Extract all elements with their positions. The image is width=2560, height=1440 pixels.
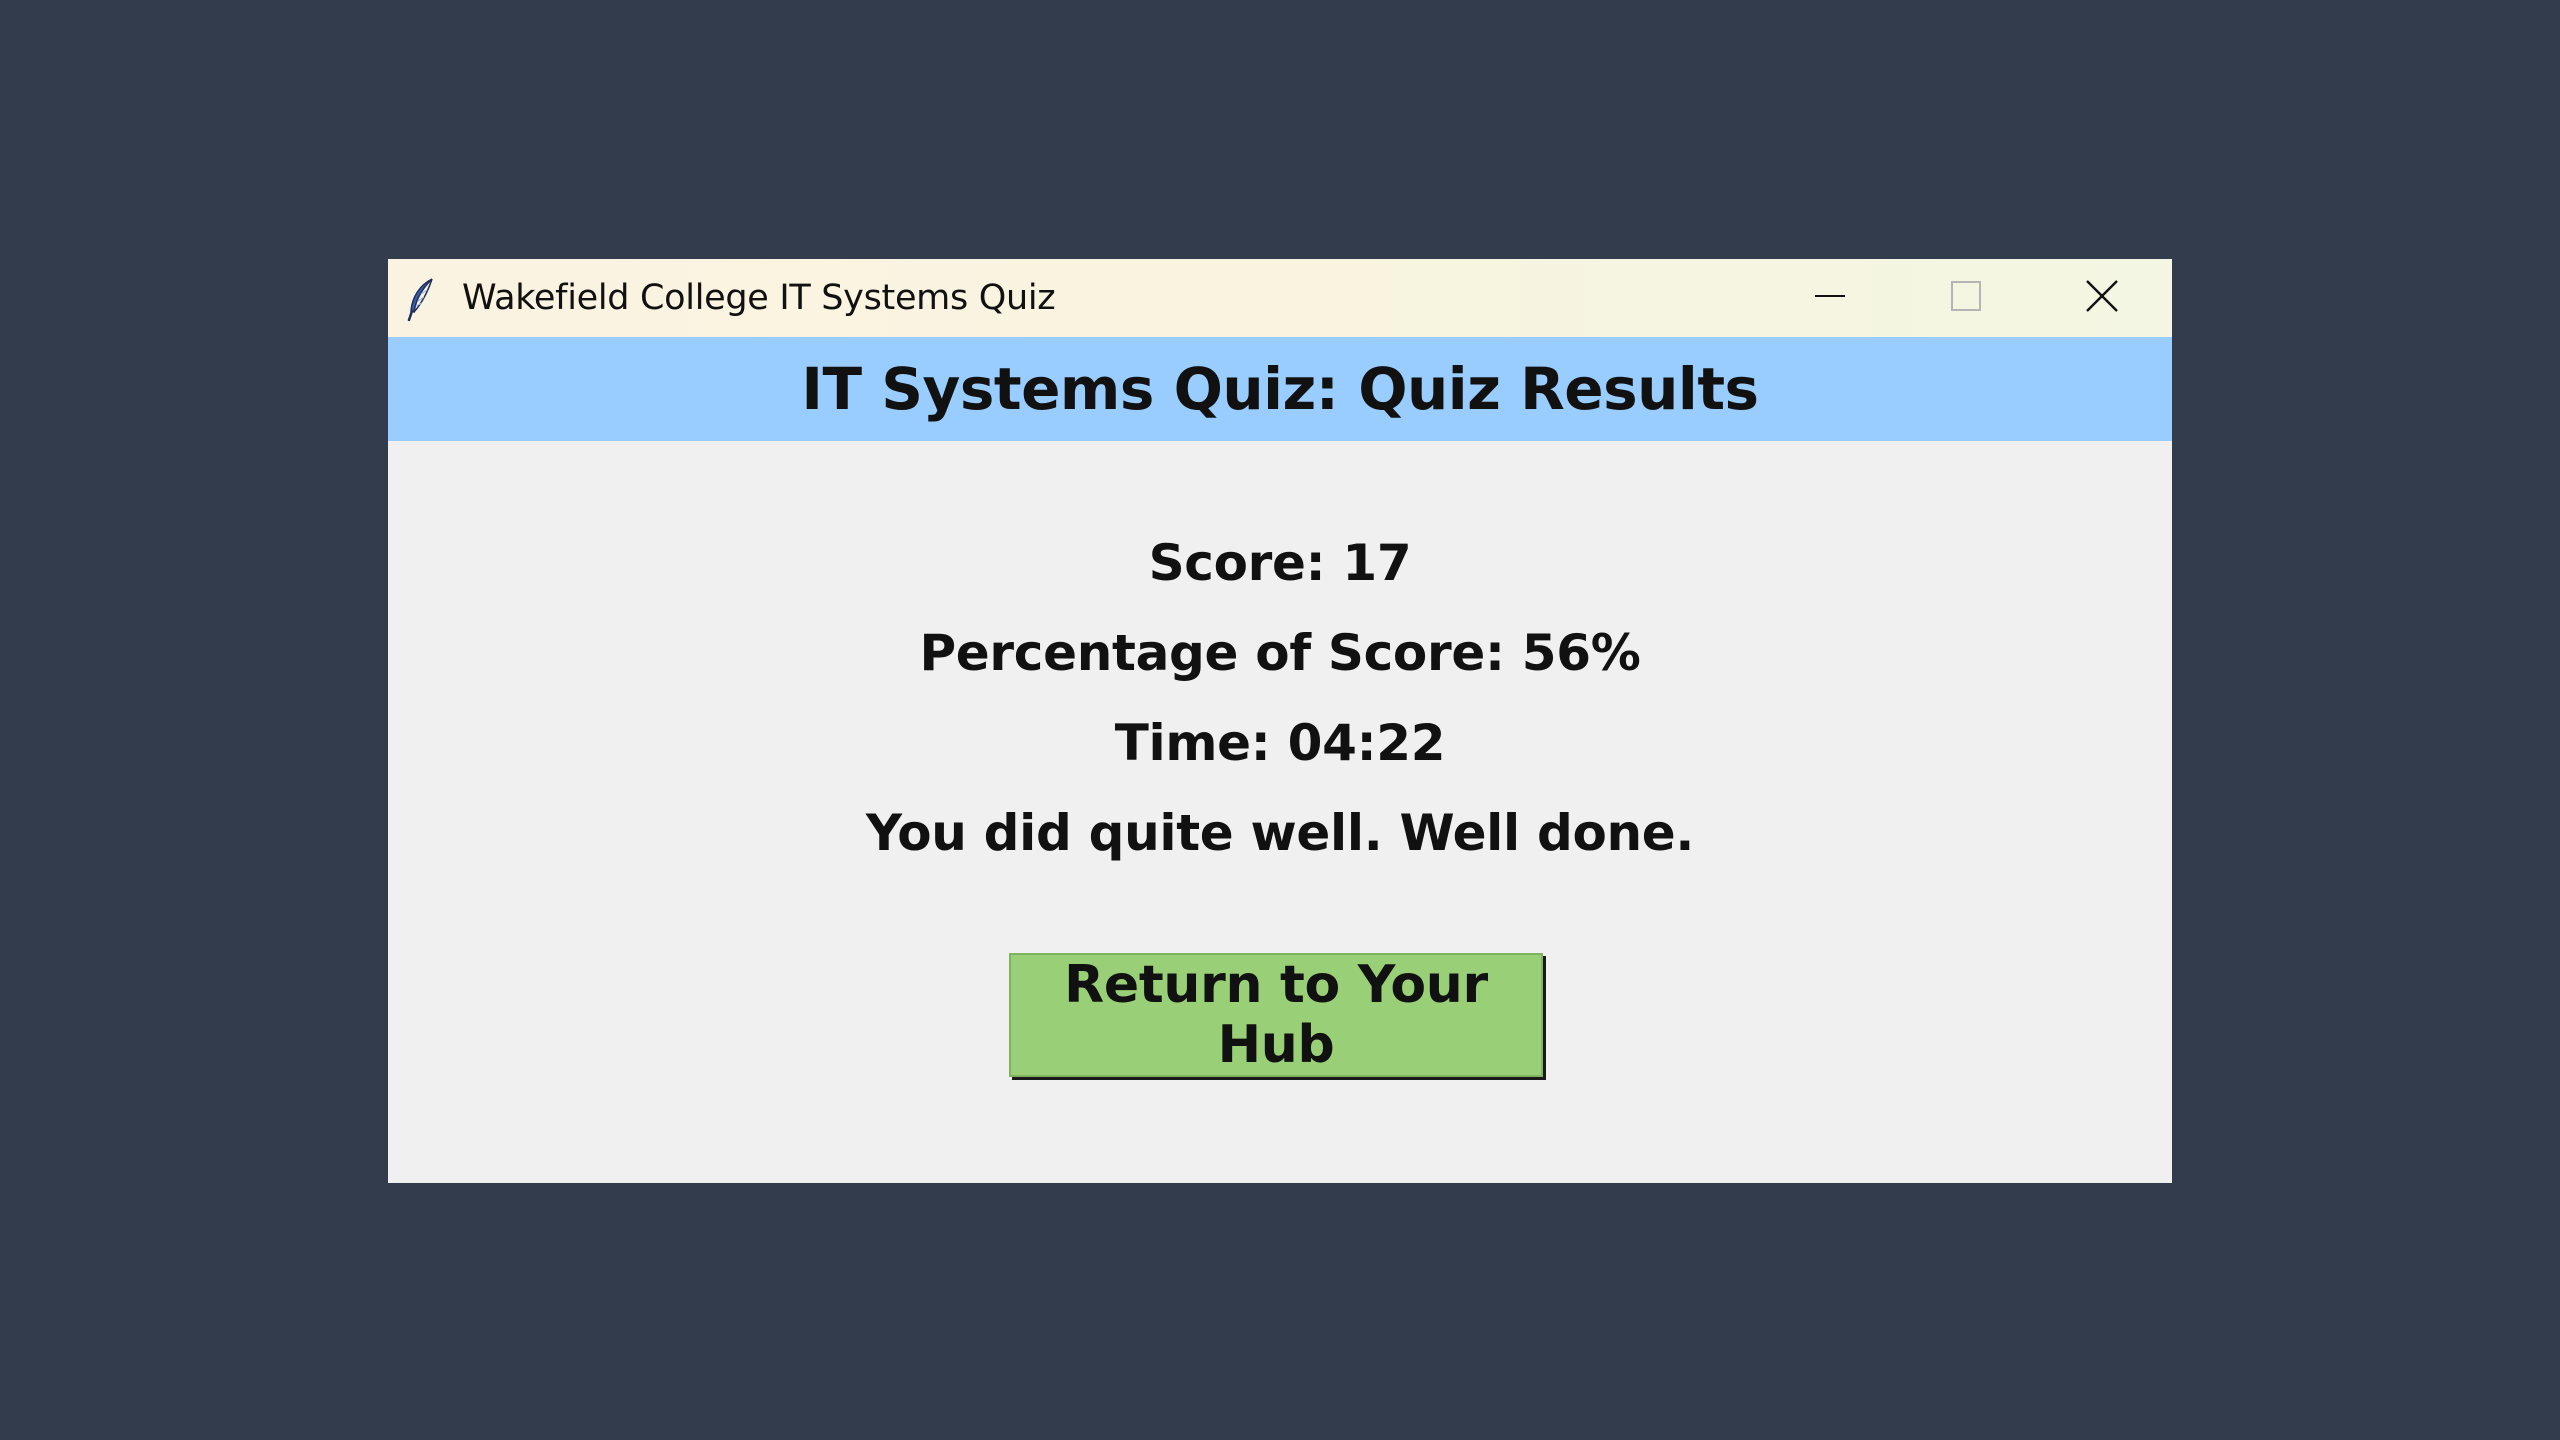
title-bar[interactable]: Wakefield College IT Systems Quiz [388, 259, 2172, 337]
maximize-icon [1949, 279, 1983, 318]
maximize-button [1898, 259, 2034, 337]
results-header: IT Systems Quiz: Quiz Results [388, 337, 2172, 441]
percentage-text: Percentage of Score: 56% [919, 624, 1641, 682]
minimize-icon [1813, 279, 1847, 318]
score-text: Score: 17 [1148, 534, 1412, 592]
feather-icon [406, 277, 438, 322]
feedback-message: You did quite well. Well done. [865, 804, 1695, 862]
page-title: IT Systems Quiz: Quiz Results [801, 355, 1759, 423]
minimize-button[interactable] [1762, 259, 1898, 337]
window-title: Wakefield College IT Systems Quiz [462, 278, 1056, 318]
time-text: Time: 04:22 [1114, 714, 1446, 772]
quiz-results-window: Wakefield College IT Systems Quiz IT Sys… [388, 259, 2172, 1183]
return-to-hub-button[interactable]: Return to Your Hub [1009, 953, 1543, 1077]
close-button[interactable] [2034, 259, 2170, 337]
close-icon [2085, 279, 2119, 318]
